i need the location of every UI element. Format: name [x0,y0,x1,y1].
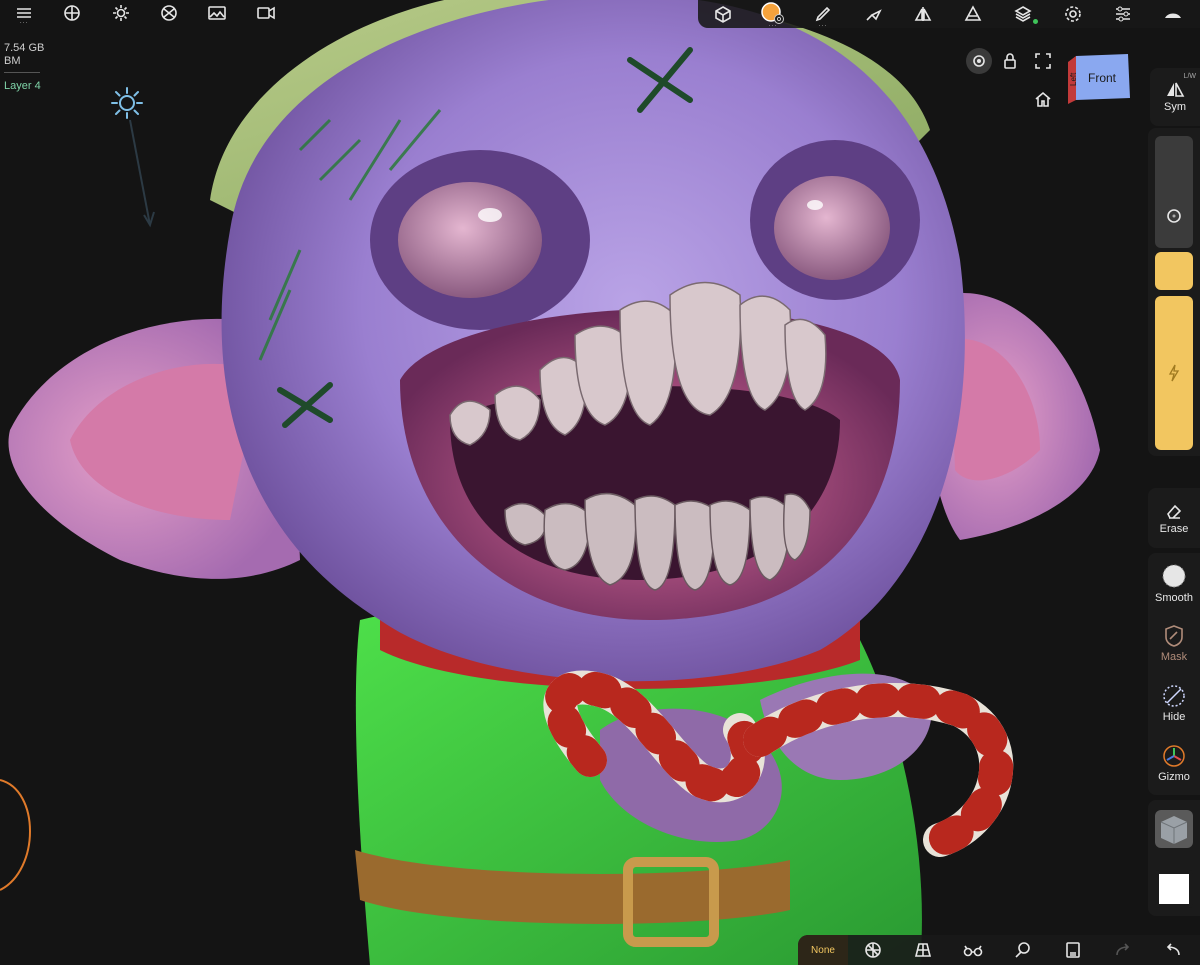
brush-alpha-icon [1160,816,1188,844]
erase-label: Erase [1159,522,1189,535]
memory-usage: 7.54 GB [4,42,45,54]
stroke-mode-none-button[interactable]: None [798,935,848,965]
brush-preview-panel [1148,800,1200,916]
search-icon [1015,942,1030,958]
lightning-icon [1168,364,1180,382]
wireframe-icon [865,942,881,958]
mask-tool[interactable]: Mask [1148,613,1200,673]
erase-tool[interactable]: Erase [1148,488,1200,548]
redo-button[interactable] [1098,935,1148,965]
gizmo-label: Gizmo [1158,770,1190,783]
scene-icon [715,6,731,23]
radius-slider[interactable] [1155,136,1193,248]
memory-secondary: BM [4,55,21,67]
gizmo-icon [1163,744,1185,767]
hide-tool[interactable]: Hide [1148,673,1200,733]
search-button[interactable] [998,935,1048,965]
undo-button[interactable] [1148,935,1198,965]
symmetry-panel-button[interactable]: L/W Sym [1150,68,1200,126]
cube-left-face: Left [1069,72,1078,86]
mask-icon [1165,624,1183,647]
symmetry-icon [914,7,932,21]
topology-icon [964,5,982,21]
expand-icon [1035,53,1051,69]
symmetry-label: Sym [1164,101,1186,113]
active-layer-label[interactable]: Layer 4 [4,80,41,92]
image-icon [208,6,227,20]
brush-sliders [1148,128,1200,456]
sphere-icon [64,5,81,21]
intensity-slider[interactable] [1155,296,1193,450]
symmetry-icon [1167,82,1185,97]
symmetry-mode-label: L/W [1183,73,1196,80]
hide-icon [1163,684,1185,707]
brush-alpha-preview[interactable] [1155,810,1193,848]
radius-slider-fill[interactable] [1155,252,1193,290]
menu-button[interactable]: ... [0,0,48,26]
view-cube[interactable]: Left Front [1066,52,1132,106]
stroke-mode-label: None [811,944,835,956]
shading-icon [1165,13,1181,18]
tool-stack: Smooth Mask Hide Gizmo [1148,553,1200,795]
top-right-toolbar: ... ... [698,0,1200,28]
smooth-icon [1162,564,1186,587]
top-left-toolbar: ... [0,0,290,26]
lock-icon [1004,53,1016,69]
eye-icon [973,55,985,67]
radius-icon [1167,209,1181,223]
brush-button[interactable]: ... [798,0,848,28]
paint-color-swatch [1159,874,1189,904]
home-icon [1035,91,1051,107]
layers-icon [1014,6,1032,22]
document-button[interactable] [1048,935,1098,965]
expand-button[interactable] [1034,52,1052,75]
gizmo-tool[interactable]: Gizmo [1148,733,1200,793]
topology-button[interactable] [948,0,998,28]
glasses-icon [963,945,983,957]
hide-label: Hide [1162,710,1186,723]
light-sun-icon[interactable] [110,86,144,125]
sliders-button[interactable] [1098,0,1148,28]
eye-button[interactable] [966,48,992,74]
paint-color-button[interactable] [1155,870,1193,908]
lighting-button[interactable] [97,0,145,26]
paint-icon [866,9,882,21]
sculpt-viewport[interactable] [0,0,1200,965]
scene-button[interactable] [698,0,748,28]
symmetry-toolbar-button[interactable] [898,0,948,28]
erase-panel: Erase [1148,488,1200,548]
material-ball-icon [161,5,177,21]
settings-icon [1065,6,1081,22]
mask-label: Mask [1160,650,1188,663]
camera-button[interactable] [242,0,290,26]
smooth-tool[interactable]: Smooth [1148,553,1200,613]
material-button[interactable] [145,0,193,26]
wireframe-button[interactable] [848,935,898,965]
background-image-button[interactable] [193,0,241,26]
cube-front-face: Front [1088,71,1117,85]
shading-button[interactable] [1148,0,1198,28]
layers-status-dot [1033,19,1038,24]
sun-icon [112,5,129,21]
home-button[interactable] [1034,90,1052,113]
stereo-button[interactable] [948,935,998,965]
lock-button[interactable] [1002,52,1018,75]
perspective-button[interactable] [898,935,948,965]
scene-sphere-button[interactable] [48,0,96,26]
perspective-icon [914,943,932,957]
material-swatch-button[interactable]: ... [748,0,798,28]
sliders-icon [1116,6,1130,22]
document-icon [1066,942,1080,958]
redo-icon [1116,943,1130,956]
memory-info: 7.54 GB BM [4,42,44,68]
layers-button[interactable] [998,0,1048,28]
eraser-icon [1167,504,1182,519]
settings-button[interactable] [1048,0,1098,28]
paint-button[interactable] [848,0,898,28]
smooth-label: Smooth [1155,591,1193,604]
camera-icon [256,6,275,20]
bottom-toolbar: None [798,935,1200,965]
undo-icon [1166,943,1180,956]
memory-divider [4,72,40,73]
